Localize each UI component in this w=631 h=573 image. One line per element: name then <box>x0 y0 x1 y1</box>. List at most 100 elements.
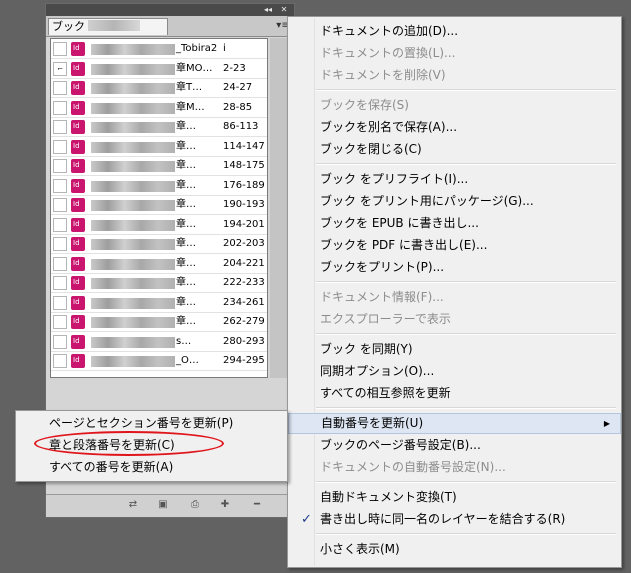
book-tab[interactable]: ブック <box>48 18 168 35</box>
indesign-doc-icon <box>71 295 85 310</box>
document-row[interactable]: 章… 114-147 <box>51 138 267 157</box>
menu-separator <box>316 89 616 91</box>
row-checkbox <box>53 100 67 115</box>
submenu-item[interactable]: 章と段落番号を更新(C) <box>16 435 287 456</box>
menu-item[interactable]: ドキュメント情報(F)... <box>288 287 621 308</box>
document-row[interactable]: 章… 234-261 <box>51 294 267 313</box>
doc-page-range: 234-261 <box>223 296 265 308</box>
panel-bottom-bar: ⇄ ▣ ⎙ ✚ ━ <box>46 494 294 517</box>
menu-item[interactable]: 同期オプション(O)... <box>288 361 621 382</box>
doc-name: 章… <box>176 316 196 327</box>
document-list-scrollbar[interactable] <box>270 38 288 378</box>
doc-name-redacted <box>91 141 175 153</box>
submenu-arrow-icon: ▶ <box>603 419 610 428</box>
add-icon[interactable]: ✚ <box>218 499 232 511</box>
menu-item-label: すべての相互参照を更新 <box>320 386 451 400</box>
indesign-doc-icon <box>71 276 85 290</box>
doc-page-range: 2-23 <box>223 62 246 74</box>
menu-item-label: ドキュメントの自動番号設定(N)... <box>320 460 506 474</box>
menu-item[interactable]: ドキュメントを削除(V) <box>288 65 621 86</box>
doc-name-redacted <box>91 122 175 133</box>
menu-item[interactable]: 自動ドキュメント変換(T) <box>288 487 621 508</box>
row-checkbox <box>53 334 67 349</box>
menu-item-label: ブック を同期(Y) <box>320 342 413 356</box>
save-icon[interactable]: ▣ <box>156 499 170 511</box>
indesign-doc-icon <box>71 256 85 271</box>
menu-item-label: ブックを別名で保存(A)... <box>320 120 458 134</box>
menu-item[interactable]: ブック をプリント用にパッケージ(G)... <box>288 191 621 212</box>
menu-item[interactable]: ブックのページ番号設定(B)... <box>288 435 621 456</box>
menu-item-label: 同期オプション(O)... <box>320 364 435 378</box>
link-status-icon: ⌐ <box>53 61 67 76</box>
sync-icon[interactable]: ⇄ <box>126 499 140 511</box>
row-checkbox <box>53 42 67 56</box>
document-row[interactable]: 章… 176-189 <box>51 177 267 196</box>
checkmark-icon: ✓ <box>301 512 312 527</box>
doc-page-range: 24-27 <box>223 82 253 93</box>
menu-item[interactable]: すべての相互参照を更新 <box>288 383 621 404</box>
submenu-item-label: すべての番号を更新(A) <box>49 460 174 474</box>
row-checkbox <box>53 198 67 212</box>
document-row[interactable]: s… 280-293 <box>51 333 267 352</box>
menu-item-label: 小さく表示(M) <box>320 542 400 556</box>
row-checkbox <box>53 256 67 271</box>
doc-page-range: 222-233 <box>223 277 265 288</box>
book-name-redacted <box>88 20 140 31</box>
document-row[interactable]: 章… 148-175 <box>51 157 267 176</box>
panel-titlebar: ◂◂ ✕ <box>46 4 294 16</box>
menu-item[interactable]: 自動番号を更新(U) ▶ <box>288 413 621 434</box>
document-row[interactable]: _Tobira2 i <box>51 40 267 59</box>
menu-item[interactable]: ブックを PDF に書き出し(E)... <box>288 235 621 256</box>
doc-name: s… <box>176 335 192 347</box>
document-row[interactable]: _O… 294-295 <box>51 352 267 371</box>
menu-item-label: ドキュメントの置換(L)... <box>320 46 456 60</box>
doc-name-redacted <box>91 219 175 231</box>
collapse-icon[interactable]: ◂◂ <box>262 4 274 16</box>
print-icon[interactable]: ⎙ <box>188 499 202 511</box>
menu-item[interactable]: ドキュメントの置換(L)... <box>288 43 621 64</box>
document-row[interactable]: 章… 86-113 <box>51 118 267 137</box>
doc-name-redacted <box>91 180 175 192</box>
doc-name: _Tobira2 <box>176 43 218 54</box>
row-checkbox <box>53 315 67 329</box>
menu-item[interactable]: ブックをプリント(P)... <box>288 257 621 278</box>
document-row[interactable]: 章… 202-203 <box>51 235 267 254</box>
menu-item[interactable]: ブックを閉じる(C) <box>288 139 621 160</box>
remove-icon[interactable]: ━ <box>250 499 264 511</box>
document-row[interactable]: 章… 194-201 <box>51 216 267 235</box>
row-checkbox <box>53 139 67 154</box>
submenu-item[interactable]: ページとセクション番号を更新(P) <box>16 413 287 434</box>
menu-item[interactable]: ドキュメントの追加(D)... <box>288 21 621 42</box>
document-row[interactable]: 章T… 24-27 <box>51 79 267 98</box>
indesign-doc-icon <box>71 120 85 134</box>
doc-name-redacted <box>91 278 175 289</box>
doc-name-redacted <box>91 317 175 328</box>
document-row[interactable]: 章… 204-221 <box>51 255 267 274</box>
menu-item[interactable]: ブック を同期(Y) <box>288 339 621 360</box>
document-row[interactable]: ⌐ 章MO… 2-23 <box>51 60 267 79</box>
book-panel-flyout-menu: ドキュメントの追加(D)... ドキュメントの置換(L)... ドキュメントを削除(… <box>287 16 622 568</box>
menu-item[interactable]: ブック をプリフライト(I)... <box>288 169 621 190</box>
menu-item[interactable]: エクスプローラーで表示 <box>288 309 621 330</box>
menu-item[interactable]: 小さく表示(M) <box>288 539 621 560</box>
menu-item[interactable]: 書き出し時に同一名のレイヤーを結合する(R) ✓ <box>288 509 621 530</box>
document-row[interactable]: 章… 262-279 <box>51 313 267 332</box>
row-checkbox <box>53 276 67 290</box>
indesign-doc-icon <box>71 354 85 368</box>
document-row[interactable]: 章… 222-233 <box>51 274 267 293</box>
menu-item[interactable]: ドキュメントの自動番号設定(N)... <box>288 457 621 478</box>
doc-page-range: 204-221 <box>223 257 265 269</box>
document-row[interactable]: 章M… 28-85 <box>51 99 267 118</box>
doc-name: 章… <box>176 218 196 230</box>
menu-item[interactable]: ブックを保存(S) <box>288 95 621 116</box>
document-row[interactable]: 章… 190-193 <box>51 196 267 215</box>
submenu-item[interactable]: すべての番号を更新(A) <box>16 457 287 478</box>
doc-name: 章… <box>176 238 196 249</box>
menu-item[interactable]: ブックを EPUB に書き出し... <box>288 213 621 234</box>
doc-name-redacted <box>91 200 175 211</box>
row-checkbox <box>53 159 67 173</box>
menu-item[interactable]: ブックを別名で保存(A)... <box>288 117 621 138</box>
close-icon[interactable]: ✕ <box>278 4 290 16</box>
doc-page-range: 148-175 <box>223 160 265 171</box>
update-numbering-submenu: ページとセクション番号を更新(P) 章と段落番号を更新(C) すべての番号を更新(A… <box>15 410 288 482</box>
